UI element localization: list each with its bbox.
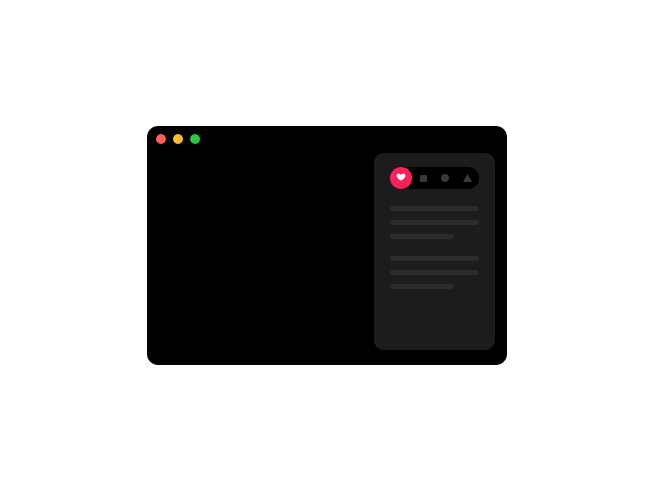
placeholder-line — [390, 206, 479, 211]
square-icon — [419, 174, 427, 182]
zoom-button[interactable] — [190, 134, 200, 144]
window-controls — [156, 134, 200, 144]
placeholder-line — [390, 270, 479, 275]
segment-circle[interactable] — [434, 167, 456, 189]
placeholder-line — [390, 284, 454, 289]
minimize-button[interactable] — [173, 134, 183, 144]
close-button[interactable] — [156, 134, 166, 144]
icon-segmented-control — [390, 167, 479, 189]
placeholder-line — [390, 256, 479, 261]
triangle-icon — [462, 169, 472, 187]
side-panel — [374, 153, 495, 350]
placeholder-line — [390, 220, 479, 225]
placeholder-line — [390, 234, 454, 239]
segment-heart[interactable] — [390, 167, 412, 189]
segment-triangle[interactable] — [456, 167, 478, 189]
heart-icon — [396, 169, 406, 187]
circle-icon — [441, 174, 449, 182]
segment-square[interactable] — [412, 167, 434, 189]
app-window — [147, 126, 507, 365]
